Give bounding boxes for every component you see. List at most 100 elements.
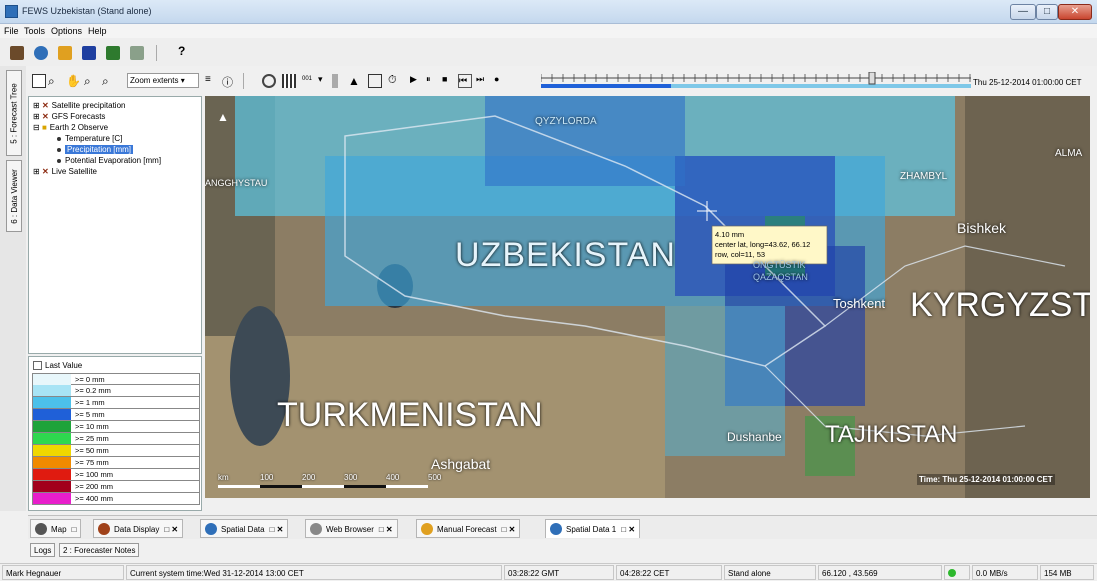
tree-item-satellite-precipitation[interactable]: ⊞ ✕ Satellite precipitation — [33, 101, 125, 110]
tab-window-buttons[interactable]: □ ✕ — [621, 525, 635, 534]
tab-window-buttons[interactable]: □ ✕ — [502, 525, 516, 534]
map-label-bishkek: Bishkek — [957, 220, 1007, 236]
legend-swatch — [33, 493, 71, 504]
tab-spatial-data[interactable]: Spatial Data □ ✕ — [200, 519, 289, 538]
tab-manual-forecast[interactable]: Manual Forecast □ ✕ — [416, 519, 521, 538]
tree-item-temperature[interactable]: Temperature [C] — [57, 134, 122, 143]
layers-icon[interactable]: ≡ — [205, 74, 219, 88]
legend-row: >= 75 mm — [32, 457, 200, 469]
status-coordinates: 66.120 , 43.569 — [818, 565, 942, 580]
record-icon[interactable]: ● — [494, 74, 508, 88]
tab-window-buttons[interactable]: □ ✕ — [379, 525, 393, 534]
info-icon[interactable]: ⓘ — [222, 74, 236, 89]
legend-swatch — [33, 433, 71, 444]
binoculars-icon[interactable] — [10, 46, 24, 60]
close-button[interactable]: ✕ — [1058, 4, 1092, 20]
map-label-qyzylorda: QYZYLORDA — [535, 116, 597, 127]
map-label-zhambyl: ZHAMBYL — [900, 171, 948, 182]
tab-data-display[interactable]: Data Display □ ✕ — [93, 519, 184, 538]
menu-file[interactable]: File — [4, 26, 19, 36]
step-forward-icon[interactable]: ⏭ — [476, 74, 490, 88]
tree-item-gfs-forecasts[interactable]: ⊞ ✕ GFS Forecasts — [33, 112, 105, 121]
status-cet-time: 04:28:22 CET — [616, 565, 722, 580]
legend-label: >= 200 mm — [75, 482, 113, 491]
help-button[interactable]: ? — [178, 44, 185, 58]
animation-icon[interactable] — [262, 74, 276, 88]
scale-tick-label: km — [218, 473, 229, 482]
dot-icon — [57, 158, 61, 163]
menu-help[interactable]: Help — [88, 26, 107, 36]
step-back-icon[interactable]: ⏮ — [458, 74, 472, 88]
logs-button[interactable]: Logs — [30, 543, 56, 557]
legend-swatch — [33, 445, 71, 456]
tab-spatial-data-1[interactable]: Spatial Data 1 □ ✕ — [545, 519, 641, 538]
legend-row: >= 0 mm — [32, 373, 200, 385]
database-icon[interactable] — [130, 46, 144, 60]
manual-forecast-icon[interactable] — [58, 46, 72, 60]
maximize-button[interactable]: □ — [1036, 4, 1058, 20]
log-bar: Logs 2 : Forecaster Notes — [28, 541, 1097, 559]
step-count[interactable]: 001 — [302, 76, 312, 82]
status-gmt-time: 03:28:22 GMT — [504, 565, 614, 580]
menu-tools[interactable]: Tools — [24, 26, 45, 36]
tab-window-buttons[interactable]: □ ✕ — [270, 525, 284, 534]
globe-icon[interactable] — [34, 46, 48, 60]
legend-label: >= 400 mm — [75, 494, 113, 503]
legend-label: >= 0 mm — [75, 375, 105, 384]
main-toolbar: ? — [0, 38, 1097, 66]
tab-map[interactable]: Map □ — [30, 519, 82, 538]
zoom-next-icon[interactable]: ⌕ — [102, 74, 116, 88]
legend-row: >= 400 mm — [32, 493, 200, 505]
tab-data-viewer[interactable]: 6 : Data Viewer — [6, 160, 22, 232]
pan-hand-icon[interactable]: ✋ — [66, 74, 81, 88]
tab-web-browser[interactable]: Web Browser □ ✕ — [305, 519, 398, 538]
legend-label: >= 1 mm — [75, 398, 105, 407]
map-label-qazaqstan: QAZAQSTAN — [753, 272, 808, 282]
stop-icon[interactable]: ■ — [442, 74, 456, 88]
map-label-turkmenistan: TURKMENISTAN — [277, 396, 543, 434]
dropdown-arrow-icon[interactable]: ▾ — [318, 74, 332, 88]
tab-label: Web Browser — [326, 525, 374, 534]
legend-swatch — [33, 385, 71, 396]
dot-icon — [57, 136, 61, 141]
timer-icon[interactable]: ⏱ — [388, 74, 402, 88]
tree-item-earth-2-observe[interactable]: ⊟ ■ Earth 2 Observe — [33, 123, 108, 132]
display-icon[interactable] — [368, 74, 382, 88]
play-icon[interactable]: ▶ — [410, 74, 424, 88]
minimize-button[interactable]: — — [1010, 4, 1036, 20]
map-label-mangghystau: ANGGHYSTAU — [205, 178, 268, 188]
tree-item-live-satellite[interactable]: ⊞ ✕ Live Satellite — [33, 167, 97, 176]
legend-swatch — [33, 374, 71, 385]
zoom-out-icon[interactable]: ⌕ — [48, 74, 62, 88]
legend-swatch — [33, 397, 71, 408]
map-toolbar: ⌕ ✋ ⌕ ⌕ Zoom extents ▾ ≡ ⓘ 001 ▾ ▲ ⏱ ▶ ⏸… — [26, 66, 1097, 96]
scale-tick-label: 300 — [344, 473, 358, 482]
mountain-icon[interactable]: ▲ — [348, 74, 362, 88]
forecaster-notes-button[interactable]: 2 : Forecaster Notes — [59, 543, 140, 557]
bar-icon[interactable] — [332, 74, 338, 88]
transfer-icon[interactable] — [82, 46, 96, 60]
tree-item-precipitation[interactable]: Precipitation [mm] — [57, 145, 134, 154]
map-view[interactable]: 4.10 mm center lat, long=43.62, 66.12 ro… — [205, 96, 1090, 498]
tab-window-buttons[interactable]: □ — [72, 525, 77, 534]
legend-panel: Last Value >= 0 mm >= 0.2 mm >= 1 mm >= 5 m… — [28, 356, 202, 511]
grid-icon[interactable] — [282, 74, 296, 88]
map-label-dushanbe: Dushanbe — [727, 430, 782, 444]
dot-icon — [57, 147, 61, 152]
legend-swatch — [33, 457, 71, 468]
zoom-select[interactable]: Zoom extents ▾ — [127, 73, 199, 88]
last-value-checkbox[interactable]: Last Value — [33, 361, 82, 371]
value-tooltip: 4.10 mm center lat, long=43.62, 66.12 ro… — [715, 230, 811, 259]
import-icon[interactable] — [106, 46, 120, 60]
zoom-in-icon[interactable] — [32, 74, 46, 88]
x-icon: ✕ — [41, 167, 49, 176]
tree-item-potential-evaporation[interactable]: Potential Evaporation [mm] — [57, 156, 161, 165]
map-label-uzbekistan: UZBEKISTAN — [455, 236, 676, 274]
time-slider[interactable] — [541, 72, 971, 90]
menu-options[interactable]: Options — [51, 26, 82, 36]
tab-forecast-tree[interactable]: 5 : Forecast Tree — [6, 70, 22, 156]
map-label-ashgabat: Ashgabat — [431, 456, 491, 472]
zoom-previous-icon[interactable]: ⌕ — [84, 74, 98, 88]
pause-icon[interactable]: ⏸ — [426, 74, 440, 88]
tab-window-buttons[interactable]: □ ✕ — [164, 525, 178, 534]
